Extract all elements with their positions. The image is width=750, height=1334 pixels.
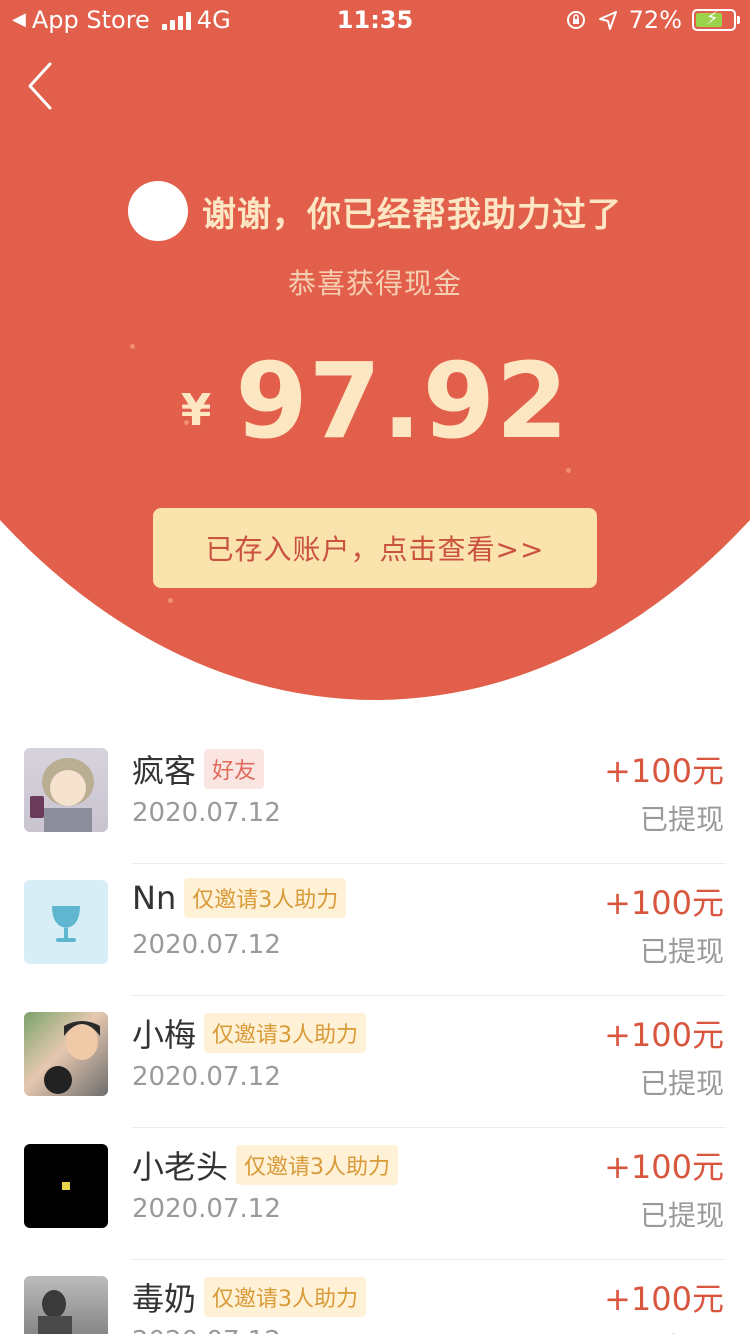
currency-symbol: ¥ xyxy=(180,385,212,436)
user-tag: 仅邀请3人助力 xyxy=(204,1277,367,1317)
user-name: 小老头 xyxy=(132,1148,229,1186)
name-line: 小老头 仅邀请3人助力 xyxy=(132,1142,399,1188)
reward-amount: +100元 xyxy=(604,1016,724,1054)
withdraw-status: 已提现 xyxy=(639,1067,724,1100)
back-chevron-icon[interactable] xyxy=(24,58,64,114)
user-name: 疯客 xyxy=(132,752,197,790)
battery-percent: 72% xyxy=(628,6,682,34)
name-line: 小梅 仅邀请3人助力 xyxy=(132,1010,367,1056)
status-right: 72% ⚡ xyxy=(565,6,740,34)
hero-header: 谢谢，你已经帮我助力过了 xyxy=(0,180,750,242)
name-line: 毒奶 仅邀请3人助力 xyxy=(132,1274,367,1320)
user-tag: 好友 xyxy=(204,749,265,789)
name-line: 疯客 好友 xyxy=(132,746,265,792)
page: ◀ App Store 4G 11:35 72% ⚡ 谢谢，你已经帮我助力过了 … xyxy=(0,0,750,1334)
avatar xyxy=(24,880,108,964)
sparkle-decoration xyxy=(168,598,173,603)
user-tag: 仅邀请3人助力 xyxy=(204,1013,367,1053)
help-date: 2020.07.12 xyxy=(132,1194,281,1224)
withdraw-status: 已提现 xyxy=(640,1326,724,1334)
avatar xyxy=(24,748,108,832)
avatar xyxy=(24,1144,108,1228)
withdraw-status: 已提现 xyxy=(639,1199,724,1232)
orientation-lock-icon xyxy=(566,11,585,29)
list-item[interactable]: 小老头 仅邀请3人助力 2020.07.12 +100元 已提现 xyxy=(0,1128,750,1260)
location-icon xyxy=(598,11,617,30)
amount-value: 97.92 xyxy=(235,340,570,462)
reward-amount: +100元 xyxy=(604,1148,724,1186)
avatar xyxy=(24,1012,108,1096)
cash-amount: ¥ 97.92 xyxy=(0,346,750,456)
hero-title: 谢谢，你已经帮我助力过了 xyxy=(202,194,622,235)
list-item[interactable]: 毒奶 仅邀请3人助力 2020.07.12 +100元 已提现 xyxy=(0,1260,750,1334)
help-date: 2020.07.12 xyxy=(132,1062,281,1092)
user-tag: 仅邀请3人助力 xyxy=(236,1145,399,1185)
view-account-button[interactable]: 已存入账户，点击查看>> xyxy=(153,508,597,588)
avatar xyxy=(24,1276,108,1334)
help-date: 2020.07.12 xyxy=(132,798,281,828)
battery-icon: ⚡ xyxy=(692,8,740,31)
name-line: Nn 仅邀请3人助力 xyxy=(132,878,347,918)
inviter-avatar xyxy=(128,181,188,241)
user-name: 毒奶 xyxy=(132,1280,197,1318)
reward-amount: +100元 xyxy=(604,752,724,790)
list-item[interactable]: 小梅 仅邀请3人助力 2020.07.12 +100元 已提现 xyxy=(0,996,750,1128)
user-name: Nn xyxy=(132,879,177,917)
reward-amount: +100元 xyxy=(604,884,724,922)
helper-list: 疯客 好友 2020.07.12 +100元 已提现 Nn 仅邀请3人助力 20… xyxy=(0,732,750,1334)
list-item[interactable]: 疯客 好友 2020.07.12 +100元 已提现 xyxy=(0,732,750,864)
hero-subtitle: 恭喜获得现金 xyxy=(287,267,462,300)
withdraw-status: 已提现 xyxy=(639,935,724,968)
help-date: 2020.07.12 xyxy=(132,1326,281,1334)
withdraw-status: 已提现 xyxy=(639,803,724,836)
list-item[interactable]: Nn 仅邀请3人助力 2020.07.12 +100元 已提现 xyxy=(0,864,750,996)
user-name: 小梅 xyxy=(132,1016,197,1054)
user-tag: 仅邀请3人助力 xyxy=(184,878,347,918)
sparkle-decoration xyxy=(566,468,571,473)
reward-amount: +100元 xyxy=(604,1280,724,1318)
help-date: 2020.07.12 xyxy=(132,930,281,960)
status-bar: ◀ App Store 4G 11:35 72% ⚡ xyxy=(0,0,750,40)
